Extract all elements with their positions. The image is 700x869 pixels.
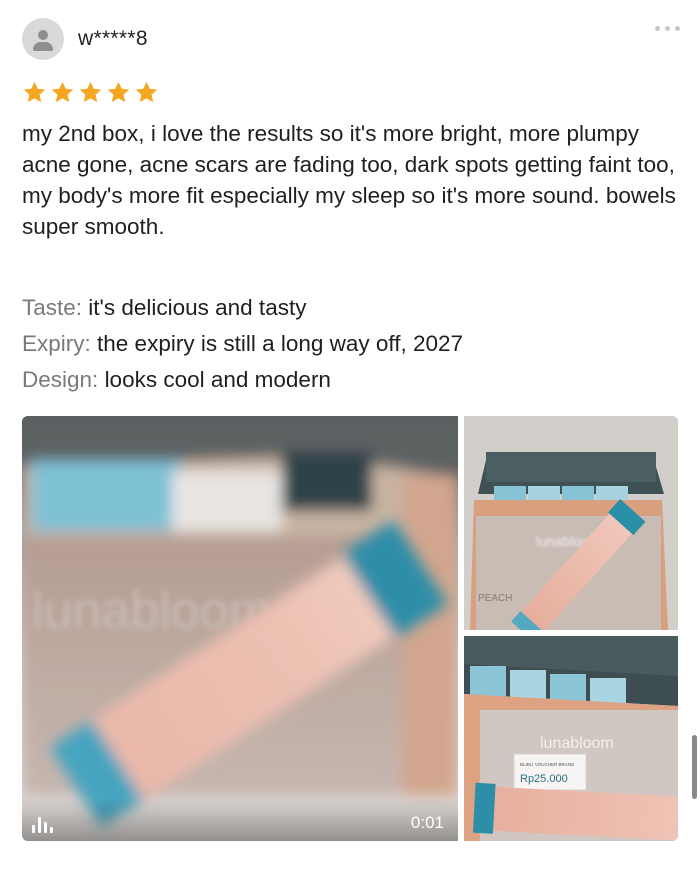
- review-line: my 2nd box, i love the results so it's m…: [22, 121, 640, 146]
- review-text: my 2nd box, i love the results so it's m…: [22, 118, 682, 242]
- attribute-key: Design:: [22, 367, 99, 392]
- review-header: w*****8: [22, 16, 148, 62]
- video-frame-image: lunabloom: [22, 416, 458, 827]
- scrollbar[interactable]: [692, 735, 697, 799]
- review-photo-2[interactable]: lunabloom BLIBLI VOUCHER BRAND Rp25.000: [464, 636, 678, 841]
- star-icon: [79, 81, 102, 103]
- attribute-expiry: Expiry: the expiry is still a long way o…: [22, 326, 682, 362]
- attribute-value: looks cool and modern: [104, 367, 331, 392]
- attribute-key: Taste:: [22, 295, 83, 320]
- more-dots-icon[interactable]: [655, 26, 680, 31]
- attribute-taste: Taste: it's delicious and tasty: [22, 290, 682, 326]
- star-icon: [51, 81, 74, 103]
- photo-flavor-text: PEACH: [478, 593, 512, 604]
- person-icon[interactable]: [22, 18, 64, 60]
- review-photo-1[interactable]: lunabloom PEACH: [464, 416, 678, 630]
- audio-bars-icon: [32, 815, 53, 833]
- review-video[interactable]: lunabloom 0:01: [22, 416, 458, 841]
- attribute-key: Expiry:: [22, 331, 91, 356]
- star-icon: [135, 81, 158, 103]
- star-rating: [22, 80, 159, 105]
- reviewer-name: w*****8: [78, 27, 148, 50]
- attribute-design: Design: looks cool and modern: [22, 362, 682, 398]
- review-attributes: Taste: it's delicious and tasty Expiry: …: [22, 290, 682, 398]
- video-controls: 0:01: [22, 797, 458, 841]
- review-line: acne gone, acne scars are fading too, da…: [22, 152, 676, 239]
- photo-image: lunabloom BLIBLI VOUCHER BRAND Rp25.000: [464, 636, 678, 841]
- attribute-value: the expiry is still a long way off, 2027: [97, 331, 464, 356]
- photo-brand-text: lunabloom: [540, 735, 614, 752]
- voucher-caption: BLIBLI VOUCHER BRAND: [520, 762, 575, 767]
- attribute-value: it's delicious and tasty: [88, 295, 307, 320]
- star-icon: [23, 81, 46, 103]
- voucher-value: Rp25.000: [520, 773, 568, 785]
- star-icon: [107, 81, 130, 103]
- photo-image: lunabloom PEACH: [464, 416, 678, 630]
- video-duration: 0:01: [410, 813, 444, 832]
